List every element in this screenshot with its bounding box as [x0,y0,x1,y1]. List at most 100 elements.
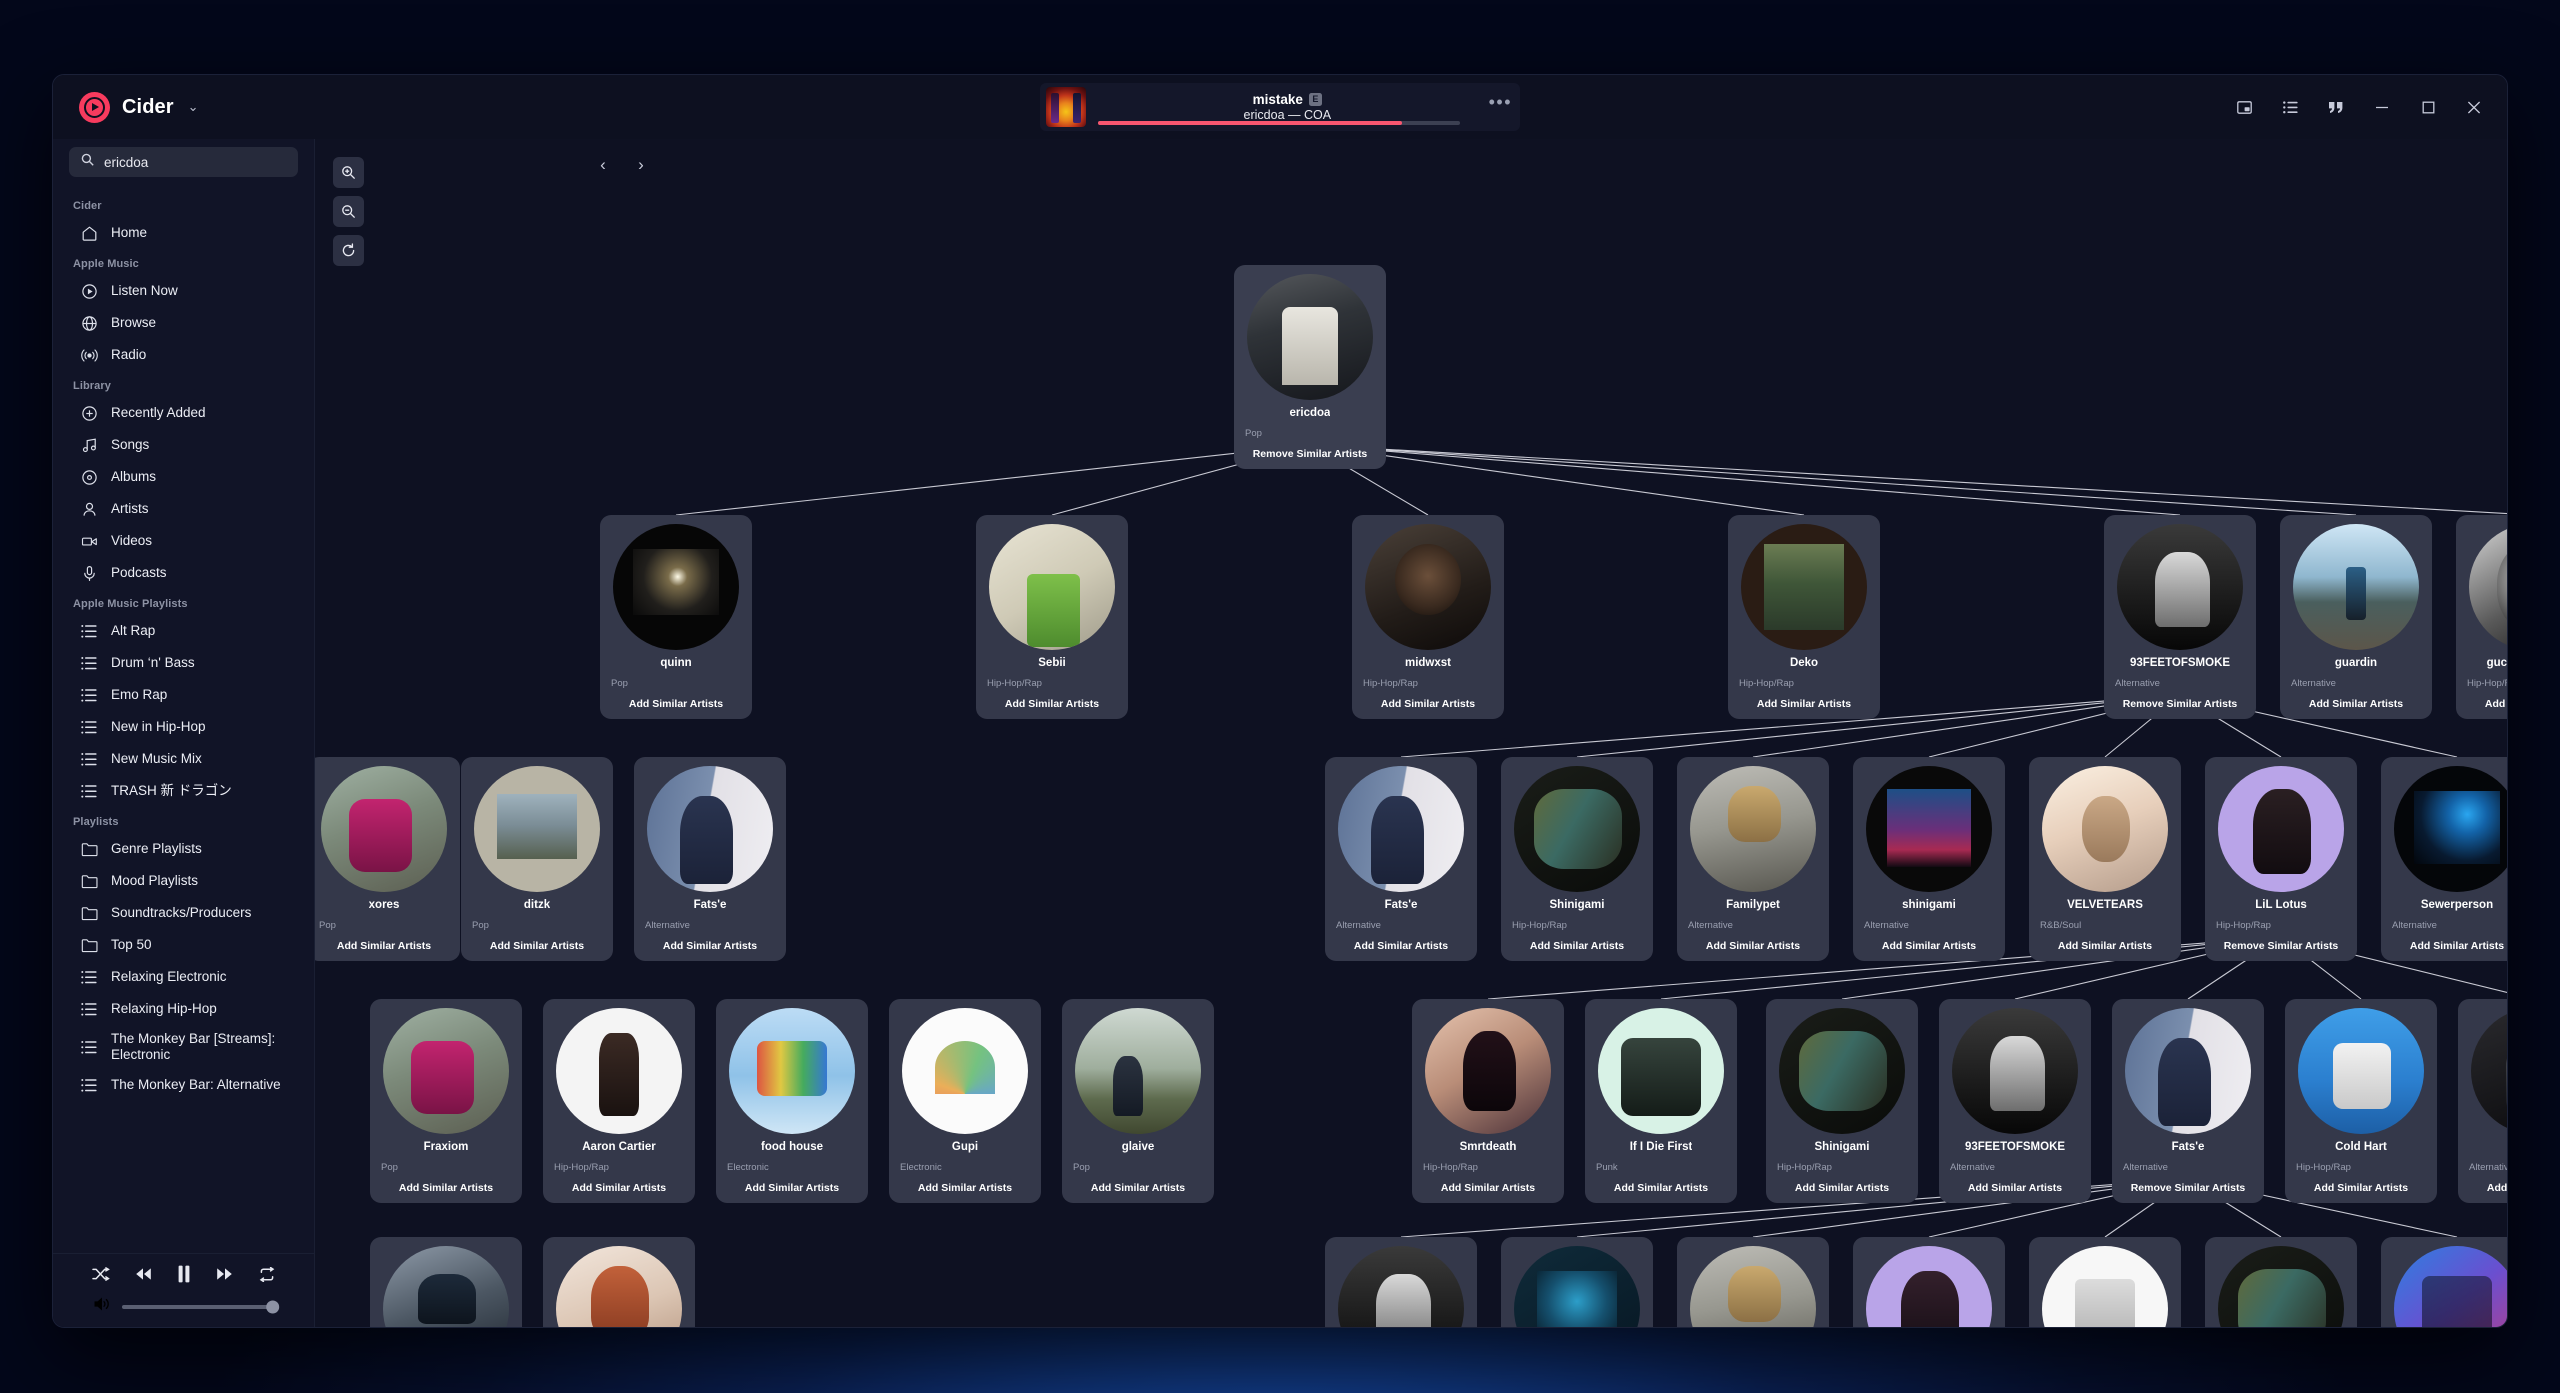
previous-track-icon[interactable] [135,1267,152,1286]
add-similar-artists-button[interactable]: Add Similar Artists [745,1182,839,1194]
artist-node[interactable]: LiL Lotus Hip-Hop/Rap Remove Similar Artis… [2205,757,2357,961]
reset-icon[interactable] [333,235,364,266]
zoom-in-icon[interactable] [333,157,364,188]
add-similar-artists-button[interactable]: Add Similar Artists [1441,1182,1535,1194]
sidebar-item-home[interactable]: Home [53,217,314,249]
sidebar-item-podcasts[interactable]: Podcasts [53,557,314,589]
remove-similar-artists-button[interactable]: Remove Similar Artists [2224,940,2339,952]
artist-node[interactable]: guardin Alternative Add Similar Artists [2280,515,2432,719]
artist-node[interactable]: shinigami Alternative Add Similar Artists [1853,757,2005,961]
volume-control[interactable] [94,1297,279,1316]
artist-node[interactable] [1853,1237,2005,1327]
artist-node[interactable]: Fats'e Alternative Remove Similar Artists [2112,999,2264,1203]
add-similar-artists-button[interactable]: Add Similar Artists [572,1182,666,1194]
picture-in-picture-icon[interactable] [2221,84,2267,130]
artist-node[interactable]: Sewerperson Alternative Add Similar Artist… [2381,757,2507,961]
artist-node[interactable]: xores Pop Add Similar Artists [315,757,460,961]
repeat-icon[interactable] [258,1266,276,1287]
artist-node[interactable]: YawnsAlternativeAdd Similar Artists [2458,999,2507,1203]
add-similar-artists-button[interactable]: Add Similar Artists [2314,1182,2408,1194]
sidebar-item-recently-added[interactable]: Recently Added [53,397,314,429]
artist-node[interactable]: glaive Pop Add Similar Artists [1062,999,1214,1203]
artist-node[interactable]: Gupi Electronic Add Similar Artists [889,999,1041,1203]
sidebar-item-songs[interactable]: Songs [53,429,314,461]
artist-node[interactable] [1677,1237,1829,1327]
add-similar-artists-button[interactable]: Add Similar Artists [1882,940,1976,952]
forward-button[interactable]: › [631,155,651,175]
sidebar-item-top-50[interactable]: Top 50 [53,929,314,961]
sidebar-item-new-in-hip-hop[interactable]: New in Hip-Hop [53,711,314,743]
now-playing-widget[interactable]: mistake E ericdoa — COA ••• [1040,83,1520,131]
lyrics-quote-icon[interactable] [2313,84,2359,130]
sidebar-item-listen-now[interactable]: Listen Now [53,275,314,307]
artist-node[interactable] [1501,1237,1653,1327]
add-similar-artists-button[interactable]: Add Similar Artists [2309,698,2403,710]
minimize-icon[interactable] [2359,84,2405,130]
next-track-icon[interactable] [216,1267,233,1286]
add-similar-artists-button[interactable]: Add Similar Artists [629,698,723,710]
artist-node[interactable]: Smrtdeath Hip-Hop/Rap Add Similar Artists [1412,999,1564,1203]
sidebar-item-videos[interactable]: Videos [53,525,314,557]
sidebar-item-relaxing-hip-hop[interactable]: Relaxing Hip-Hop [53,993,314,1025]
sidebar-item-mood-playlists[interactable]: Mood Playlists [53,865,314,897]
artist-node[interactable]: 93FEETOFSMOKE Alternative Remove Similar A… [2104,515,2256,719]
add-similar-artists-button[interactable]: Add Similar Artists [337,940,431,952]
sidebar-item-radio[interactable]: Radio [53,339,314,371]
artist-node[interactable]: Fats'e Alternative Add Similar Artists [634,757,786,961]
artist-node[interactable]: 93FEETOFSMOKE Alternative Add Similar Arti… [1939,999,2091,1203]
volume-icon[interactable] [94,1297,111,1316]
playback-progress-bar[interactable] [1098,121,1460,125]
sidebar-item-drum-n-bass[interactable]: Drum ‘n' Bass [53,647,314,679]
remove-similar-artists-button[interactable]: Remove Similar Artists [1253,448,1368,460]
sidebar-item-browse[interactable]: Browse [53,307,314,339]
queue-list-icon[interactable] [2267,84,2313,130]
back-button[interactable]: ‹ [593,155,613,175]
add-similar-artists-button[interactable]: Add Similar Artists [1530,940,1624,952]
add-similar-artists-button[interactable]: Add Similar Artists [1968,1182,2062,1194]
add-similar-artists-button[interactable]: Add Similar Artists [918,1182,1012,1194]
sidebar-item-monkey-bar-alternative[interactable]: The Monkey Bar: Alternative [53,1069,314,1101]
close-icon[interactable] [2451,84,2497,130]
artist-node[interactable] [2029,1237,2181,1327]
artist-node[interactable]: Shinigami Hip-Hop/Rap Add Similar Artists [1766,999,1918,1203]
sidebar-item-albums[interactable]: Albums [53,461,314,493]
artist-node[interactable]: Familypet Alternative Add Similar Artists [1677,757,1829,961]
add-similar-artists-button[interactable]: Add Similar Artists [490,940,584,952]
sidebar-item-relaxing-electronic[interactable]: Relaxing Electronic [53,961,314,993]
artist-node[interactable]: Cold Hart Hip-Hop/Rap Add Similar Artists [2285,999,2437,1203]
add-similar-artists-button[interactable]: Add Similar Artists [2487,1182,2507,1194]
shuffle-icon[interactable] [91,1267,110,1286]
add-similar-artists-button[interactable]: Add Similar Artists [1795,1182,1889,1194]
add-similar-artists-button[interactable]: Add Similar Artists [1381,698,1475,710]
sidebar-item-trash[interactable]: TRASH 新 ドラゴン [53,775,314,807]
add-similar-artists-button[interactable]: Add Similar Artists [1614,1182,1708,1194]
artist-node[interactable]: Fraxiom Pop Add Similar Artists [370,999,522,1203]
sidebar-item-soundtracks-producers[interactable]: Soundtracks/Producers [53,897,314,929]
artist-node[interactable]: quinn Pop Add Similar Artists [600,515,752,719]
add-similar-artists-button[interactable]: Add Similar Artists [2410,940,2504,952]
add-similar-artists-button[interactable]: Add Similar Artists [1757,698,1851,710]
artist-node[interactable]: ericdoa Pop Remove Similar Artists [1234,265,1386,469]
add-similar-artists-button[interactable]: Add Similar Artists [1706,940,1800,952]
now-playing-more-button[interactable]: ••• [1489,92,1512,123]
sidebar-item-artists[interactable]: Artists [53,493,314,525]
artist-node[interactable]: Deko Hip-Hop/Rap Add Similar Artists [1728,515,1880,719]
add-similar-artists-button[interactable]: Add Similar Artists [1091,1182,1185,1194]
search-box[interactable] [69,147,298,177]
add-similar-artists-button[interactable]: Add Similar Artists [1005,698,1099,710]
artist-graph-canvas[interactable]: ‹ › ericdoa Pop Remove Similar Artists q… [315,139,2507,1327]
artist-node[interactable]: VELVETEARS R&B/Soul Add Similar Artists [2029,757,2181,961]
search-input[interactable] [104,154,286,170]
artist-node[interactable] [543,1237,695,1327]
artist-node[interactable]: midwxst Hip-Hop/Rap Add Similar Artists [1352,515,1504,719]
add-similar-artists-button[interactable]: Add Similar Artists [663,940,757,952]
artist-node[interactable]: If I Die First Punk Add Similar Artists [1585,999,1737,1203]
remove-similar-artists-button[interactable]: Remove Similar Artists [2123,698,2238,710]
artist-node[interactable]: Shinigami Hip-Hop/Rap Add Similar Artists [1501,757,1653,961]
pause-icon[interactable] [177,1265,191,1288]
add-similar-artists-button[interactable]: Add Similar Artists [399,1182,493,1194]
artist-node[interactable]: guccihighwaters Hip-Hop/Rap Add Similar Ar… [2456,515,2507,719]
app-brand[interactable]: Cider ⌄ [53,91,315,123]
artist-node[interactable]: Fats'e Alternative Add Similar Artists [1325,757,1477,961]
artist-node[interactable] [2205,1237,2357,1327]
